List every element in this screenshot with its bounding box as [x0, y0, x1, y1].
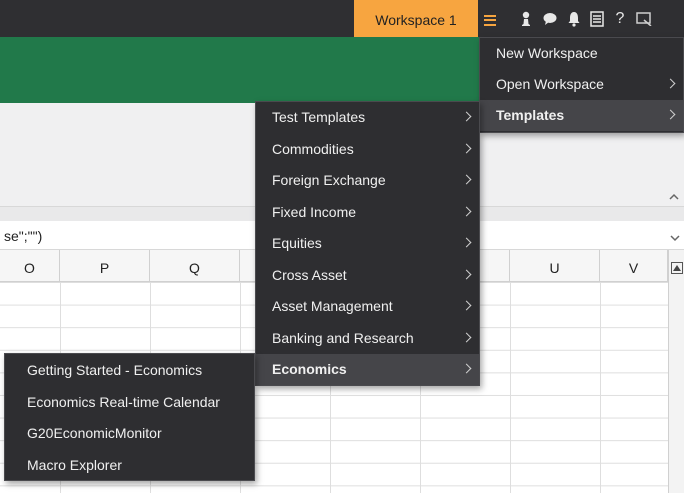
menu-item-label: Commodities	[272, 140, 354, 157]
menu-item-getting-started-economics[interactable]: Getting Started - Economics	[5, 355, 254, 386]
collapse-ribbon-icon[interactable]	[668, 190, 680, 202]
chevron-right-icon	[461, 332, 472, 342]
column-header-v[interactable]: V	[600, 250, 668, 282]
chevron-right-icon	[461, 363, 472, 374]
chevron-right-icon	[461, 206, 472, 216]
menu-item-label: Fixed Income	[272, 203, 357, 220]
chevron-right-icon	[461, 143, 472, 153]
menu-item-label: Test Templates	[272, 109, 366, 125]
menu-item-asset-management[interactable]: Asset Management	[256, 291, 479, 322]
menu-item-label: Cross Asset	[272, 266, 347, 283]
menu-item-label: Getting Started - Economics	[27, 362, 203, 378]
workspace-tab[interactable]: Workspace 1	[354, 0, 478, 37]
menu-item-new-workspace[interactable]: New Workspace	[480, 38, 683, 69]
menu-item-label: Asset Management	[272, 298, 393, 314]
column-header-o[interactable]: O	[0, 250, 60, 282]
menu-item-cross-asset[interactable]: Cross Asset	[256, 260, 479, 291]
menu-item-foreign-exchange[interactable]: Foreign Exchange	[256, 165, 479, 196]
menu-icon[interactable]	[479, 3, 501, 37]
chevron-right-icon	[665, 109, 676, 120]
user-icon[interactable]	[515, 8, 537, 30]
menu-item-label: Templates	[496, 107, 565, 123]
top-bar: Workspace 1 ?	[0, 0, 684, 37]
menu-item-label: Banking and Research	[272, 329, 414, 346]
help-icon[interactable]: ?	[609, 8, 631, 30]
list-icon[interactable]	[586, 8, 608, 30]
main-menu: New Workspace Open Workspace Templates	[479, 37, 684, 133]
menu-item-label: G20EconomicMonitor	[27, 425, 162, 441]
chat-icon[interactable]	[539, 8, 561, 30]
menu-item-economics-realtime-calendar[interactable]: Economics Real-time Calendar	[5, 387, 254, 418]
chevron-right-icon	[461, 174, 472, 185]
screen-icon[interactable]	[633, 8, 655, 30]
expand-formula-icon[interactable]	[670, 230, 680, 242]
menu-item-fixed-income[interactable]: Fixed Income	[256, 197, 479, 228]
column-header-q[interactable]: Q	[150, 250, 240, 282]
economics-submenu: Getting Started - Economics Economics Re…	[4, 353, 255, 481]
menu-item-macro-explorer[interactable]: Macro Explorer	[5, 450, 254, 481]
menu-item-open-workspace[interactable]: Open Workspace	[480, 69, 683, 100]
column-header-p[interactable]: P	[60, 250, 150, 282]
menu-item-label: Economics	[272, 361, 347, 377]
menu-item-label: Foreign Exchange	[272, 172, 386, 188]
formula-text: se";"")	[4, 228, 43, 244]
chevron-right-icon	[461, 237, 472, 248]
menu-item-label: New Workspace	[496, 45, 598, 61]
menu-item-label: Economics Real-time Calendar	[27, 393, 220, 410]
grid-line	[600, 282, 601, 493]
menu-item-economics[interactable]: Economics	[256, 354, 479, 385]
vertical-scrollbar[interactable]	[668, 250, 684, 493]
column-header-u[interactable]: U	[510, 250, 600, 282]
chevron-right-icon	[461, 300, 472, 311]
menu-item-test-templates[interactable]: Test Templates	[256, 102, 479, 133]
menu-item-g20-economic-monitor[interactable]: G20EconomicMonitor	[5, 418, 254, 449]
chevron-right-icon	[461, 111, 472, 122]
menu-item-banking-and-research[interactable]: Banking and Research	[256, 323, 479, 354]
chevron-right-icon	[461, 269, 472, 279]
menu-item-label: Equities	[272, 235, 322, 251]
menu-item-equities[interactable]: Equities	[256, 228, 479, 259]
menu-item-label: Macro Explorer	[27, 456, 122, 473]
menu-item-label: Open Workspace	[496, 76, 604, 92]
templates-submenu: Test Templates Commodities Foreign Excha…	[255, 101, 480, 386]
grid-line	[510, 282, 511, 493]
scroll-up-icon[interactable]	[671, 262, 683, 274]
menu-item-templates[interactable]: Templates	[480, 100, 683, 131]
bell-icon[interactable]	[563, 8, 585, 30]
chevron-right-icon	[665, 78, 676, 89]
menu-item-commodities[interactable]: Commodities	[256, 134, 479, 165]
